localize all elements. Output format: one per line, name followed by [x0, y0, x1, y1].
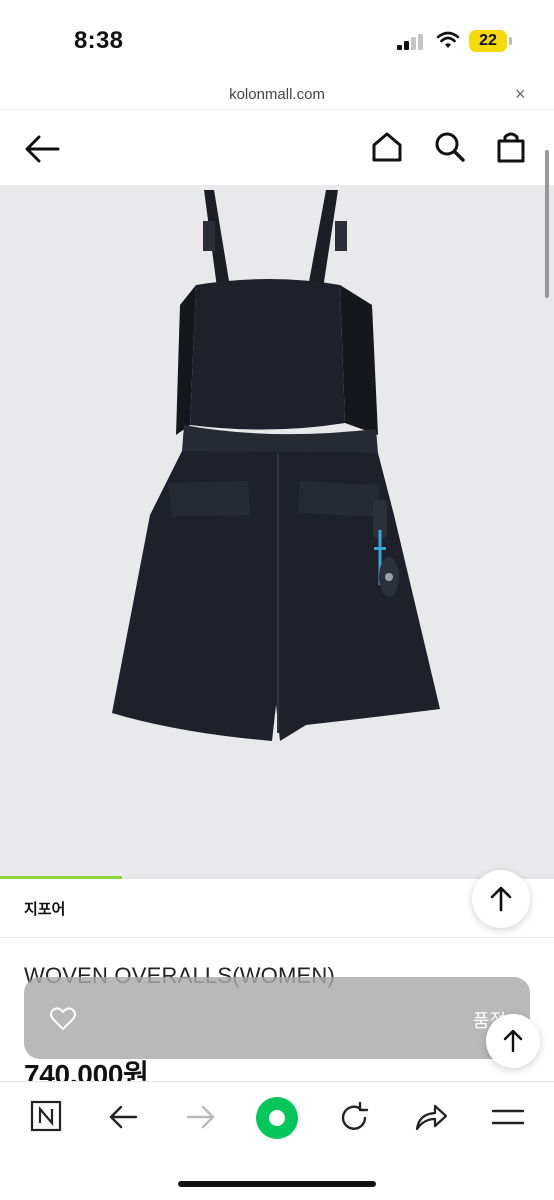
url-bar[interactable]: kolonmall.com × [0, 80, 554, 110]
naver-n-icon[interactable] [30, 1100, 62, 1132]
back-arrow-icon[interactable] [24, 133, 60, 165]
wifi-icon [436, 31, 460, 48]
purchase-action-bar: 품절 [24, 977, 530, 1059]
signal-icon [397, 34, 423, 50]
naver-green-dot-icon[interactable] [255, 1096, 299, 1140]
back-icon[interactable] [108, 1104, 138, 1130]
status-bar: 8:38 22 [0, 0, 554, 80]
battery-tip [509, 37, 512, 45]
overalls-photo [112, 190, 440, 741]
menu-icon[interactable] [492, 1108, 524, 1128]
url-text[interactable]: kolonmall.com [0, 86, 554, 103]
page-scrollbar[interactable] [545, 150, 549, 298]
forward-icon[interactable] [186, 1104, 216, 1130]
reload-icon[interactable] [338, 1102, 370, 1134]
battery-icon: 22 [469, 30, 507, 52]
product-image[interactable] [0, 185, 554, 878]
image-progress-track [0, 876, 554, 879]
scroll-to-top-button[interactable] [472, 870, 530, 928]
home-icon[interactable] [371, 131, 403, 163]
brand-label[interactable]: 지포어 [24, 898, 65, 919]
search-icon[interactable] [434, 131, 466, 163]
image-progress-fill [0, 876, 122, 879]
status-time: 8:38 [74, 27, 124, 54]
arrow-up-icon [490, 886, 512, 912]
bag-icon[interactable] [496, 131, 526, 163]
share-icon[interactable] [414, 1102, 448, 1132]
home-indicator [178, 1181, 376, 1187]
arrow-up-icon [503, 1029, 523, 1053]
scroll-to-top-button-secondary[interactable] [486, 1014, 540, 1068]
app-header [0, 111, 554, 185]
divider [0, 937, 554, 938]
heart-icon[interactable] [50, 1007, 76, 1031]
close-icon[interactable]: × [515, 84, 526, 105]
